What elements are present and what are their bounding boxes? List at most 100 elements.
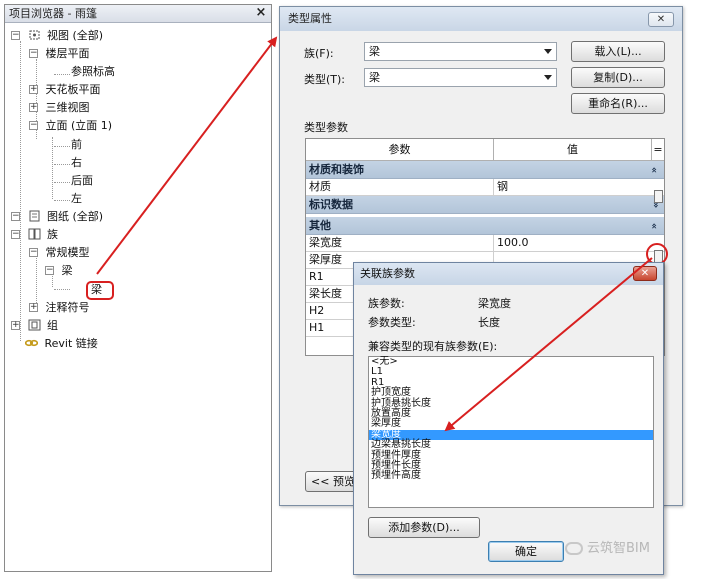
- group-label: 其他: [309, 219, 331, 232]
- watermark-text: 云筑智BIM: [587, 541, 650, 556]
- group-identity[interactable]: 标识数据 »: [306, 196, 664, 214]
- compatible-params-label: 兼容类型的现有族参数(E):: [368, 340, 498, 353]
- collapse-icon[interactable]: −: [29, 120, 38, 130]
- param-type-label: 参数类型:: [368, 316, 416, 329]
- dialog-titlebar: 关联族参数 ✕: [354, 263, 663, 285]
- ok-button[interactable]: 确定: [488, 541, 564, 562]
- column-header-extra: =: [653, 143, 663, 156]
- tree-item-sheets[interactable]: − 图纸 (全部): [11, 208, 103, 225]
- tree-item-elev-right[interactable]: 右: [71, 154, 82, 171]
- tree-connector: [52, 137, 53, 199]
- list-item[interactable]: 边梁悬挑长度: [369, 439, 653, 450]
- tree-connector: [54, 146, 70, 147]
- param-value[interactable]: 100.0: [494, 235, 644, 251]
- group-label: 材质和装饰: [309, 163, 364, 176]
- dialog-title: 关联族参数: [360, 267, 415, 280]
- rename-button[interactable]: 重命名(R)...: [571, 93, 665, 114]
- group-other[interactable]: 其他 »: [306, 217, 664, 235]
- collapse-icon[interactable]: »: [646, 167, 664, 173]
- group-materials[interactable]: 材质和装饰 »: [306, 161, 664, 179]
- tree-item-label: 常规模型: [45, 246, 90, 259]
- expand-icon[interactable]: +: [29, 102, 38, 112]
- list-item[interactable]: 预埋件高度: [369, 470, 653, 481]
- expand-icon[interactable]: +: [29, 84, 38, 94]
- collapse-icon[interactable]: −: [29, 247, 38, 257]
- collapse-icon[interactable]: −: [29, 48, 38, 58]
- tree-item-beam-family[interactable]: − 梁: [45, 262, 73, 279]
- tree-item-label: 图纸 (全部): [47, 210, 104, 223]
- tree-item-elev-back[interactable]: 后面: [71, 172, 93, 189]
- expand-icon[interactable]: +: [29, 302, 38, 312]
- tree-item-floor-plans[interactable]: − 楼层平面: [29, 45, 90, 62]
- close-icon[interactable]: ✕: [633, 266, 657, 281]
- param-name: 梁宽度: [306, 235, 494, 251]
- table-row[interactable]: 材质 钢: [306, 179, 664, 196]
- column-header-value[interactable]: 值: [494, 139, 652, 160]
- tree-item-annotation-symbols[interactable]: + 注释符号: [29, 299, 90, 316]
- expand-icon[interactable]: +: [11, 320, 20, 330]
- tree-item-elev-front[interactable]: 前: [71, 136, 82, 153]
- family-select[interactable]: 梁: [364, 42, 557, 61]
- tree-item-label: 参照标高: [71, 65, 115, 78]
- param-type-value: 长度: [478, 316, 500, 329]
- tree-item-label: 右: [71, 156, 82, 169]
- collapse-icon[interactable]: −: [45, 265, 54, 275]
- type-select-value: 梁: [369, 71, 380, 84]
- associate-param-button[interactable]: [654, 190, 663, 203]
- collapse-icon[interactable]: »: [646, 223, 664, 229]
- tree-item-ref-level[interactable]: 参照标高: [71, 63, 115, 80]
- close-icon[interactable]: ×: [254, 5, 268, 22]
- wechat-icon: [565, 542, 583, 555]
- project-browser-title: 项目浏览器 - 雨篷 ×: [5, 5, 271, 23]
- tree-connector: [20, 41, 21, 341]
- list-item[interactable]: <无>: [369, 356, 653, 367]
- tree-item-views[interactable]: − 视图 (全部): [11, 27, 103, 44]
- close-icon[interactable]: ✕: [648, 12, 674, 27]
- views-icon: [29, 30, 39, 40]
- tree-item-label: 梁: [61, 264, 73, 277]
- table-row[interactable]: 梁宽度 100.0: [306, 235, 664, 252]
- tree-item-label: 天花板平面: [45, 83, 101, 96]
- sheets-icon: [29, 210, 39, 222]
- duplicate-button[interactable]: 复制(D)...: [571, 67, 665, 88]
- family-select-value: 梁: [369, 45, 380, 58]
- tree-item-label: Revit 链接: [44, 337, 98, 350]
- tree-item-generic-models[interactable]: − 常规模型: [29, 244, 90, 261]
- tree-item-elev-left[interactable]: 左: [71, 190, 82, 207]
- type-params-label: 类型参数: [304, 121, 348, 134]
- tree-item-ceiling-plans[interactable]: + 天花板平面: [29, 81, 101, 98]
- type-select[interactable]: 梁: [364, 68, 557, 87]
- param-value[interactable]: 钢: [494, 179, 644, 195]
- project-browser-panel: 项目浏览器 - 雨篷 × − 视图 (全部) − 楼层平面 参照标高 + 天花板…: [4, 4, 272, 572]
- collapse-icon[interactable]: −: [11, 229, 20, 239]
- list-item[interactable]: 护顶悬挑长度: [369, 398, 653, 409]
- tree-item-label: 立面 (立面 1): [45, 119, 113, 132]
- list-item[interactable]: L1: [369, 366, 653, 377]
- collapse-icon[interactable]: −: [11, 30, 20, 40]
- groups-icon: [28, 319, 40, 331]
- compatible-params-list[interactable]: <无> L1 R1 护顶宽度 护顶悬挑长度 放置高度 梁厚度 梁宽度 边梁悬挑长度 预埋件厚度 预埋…: [368, 356, 654, 508]
- chevron-down-icon: [544, 49, 552, 54]
- list-item[interactable]: 放置高度: [369, 408, 653, 419]
- family-param-value: 梁宽度: [478, 297, 511, 310]
- link-icon: [25, 339, 38, 347]
- tree-connector: [54, 289, 70, 290]
- add-parameter-button[interactable]: 添加参数(D)...: [368, 517, 480, 538]
- annotation-highlight-box: [86, 281, 114, 300]
- tree-item-families[interactable]: − 族: [11, 226, 58, 243]
- tree-item-groups[interactable]: + 组: [11, 317, 58, 334]
- tree-item-revit-links[interactable]: Revit 链接: [25, 335, 98, 352]
- dialog-title: 类型属性: [288, 12, 332, 25]
- family-param-label: 族参数:: [368, 297, 405, 310]
- load-button[interactable]: 载入(L)...: [571, 41, 665, 62]
- tree-connector: [54, 164, 70, 165]
- collapse-icon[interactable]: −: [11, 211, 20, 221]
- list-item[interactable]: R1: [369, 377, 653, 388]
- list-item[interactable]: 梁厚度: [369, 418, 653, 429]
- group-label: 标识数据: [309, 198, 353, 211]
- tree-item-label: 组: [47, 319, 58, 332]
- tree-item-3d-views[interactable]: + 三维视图: [29, 99, 90, 116]
- column-header-param[interactable]: 参数: [306, 139, 494, 160]
- list-item[interactable]: 护顶宽度: [369, 387, 653, 398]
- tree-item-elevations[interactable]: − 立面 (立面 1): [29, 117, 112, 134]
